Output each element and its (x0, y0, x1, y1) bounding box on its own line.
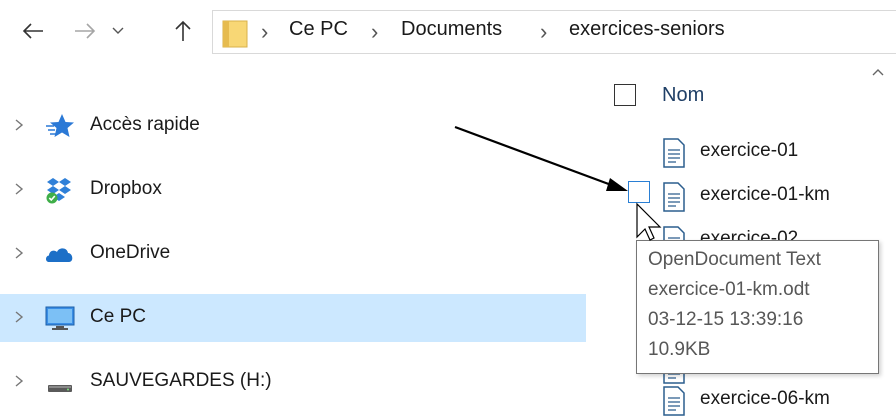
back-arrow-icon (22, 23, 43, 39)
select-all-checkbox[interactable] (614, 84, 636, 106)
tooltip-size: 10.9KB (648, 339, 711, 360)
tooltip-file-type: OpenDocument Text (648, 249, 821, 270)
breadcrumb-separator: › (540, 19, 548, 44)
cloud-icon (46, 248, 73, 262)
sidebar-item-label: Accès rapide (90, 114, 200, 135)
breadcrumb-separator: › (371, 19, 379, 44)
breadcrumb-item-ce-pc[interactable]: Ce PC (289, 18, 348, 41)
sidebar-item-label: Dropbox (90, 178, 162, 199)
up-button[interactable] (168, 16, 198, 46)
up-arrow-icon (175, 20, 191, 41)
drive-icon (48, 385, 72, 392)
row-checkbox[interactable] (628, 181, 650, 203)
sidebar-item-onedrive[interactable]: OneDrive (0, 230, 586, 278)
sidebar-item-label: Ce PC (90, 306, 146, 327)
sort-ascending-icon (872, 69, 884, 76)
tooltip-date: 03-12-15 13:39:16 (648, 309, 804, 330)
sidebar-item-ce-pc[interactable]: Ce PC (0, 294, 586, 342)
file-info-tooltip: OpenDocument Text exercice-01-km.odt 03-… (636, 240, 879, 374)
sidebar-item-sauvegardes[interactable]: SAUVEGARDES (H:) (0, 358, 586, 406)
column-header-nom[interactable]: Nom (662, 84, 704, 107)
list-item[interactable]: exercice-01-km (658, 180, 888, 214)
sidebar-item-acces-rapide[interactable]: Accès rapide (0, 102, 586, 150)
dropbox-icon (46, 178, 71, 204)
address-field[interactable]: › Ce PC › Documents › exercices-seniors (212, 10, 896, 54)
breadcrumb-separator: › (261, 19, 269, 44)
chevron-down-icon (112, 27, 124, 34)
document-icon (663, 138, 685, 168)
chevron-right-icon[interactable] (12, 243, 26, 263)
monitor-icon (45, 306, 75, 330)
forward-arrow-icon (75, 23, 96, 39)
recent-locations-button[interactable] (106, 16, 130, 46)
list-item[interactable]: exercice-01 (658, 136, 888, 170)
forward-button[interactable] (70, 16, 100, 46)
document-icon (663, 182, 685, 212)
breadcrumb-item-exercices-seniors[interactable]: exercices-seniors (569, 18, 725, 41)
chevron-right-icon[interactable] (12, 115, 26, 135)
file-name: exercice-01-km (700, 184, 830, 205)
sidebar-item-label: SAUVEGARDES (H:) (90, 370, 272, 391)
folder-icon (222, 20, 248, 48)
file-name: exercice-06-km (700, 388, 830, 409)
tooltip-file-name: exercice-01-km.odt (648, 279, 810, 300)
list-item[interactable]: exercice-06-km (658, 384, 888, 418)
chevron-right-icon[interactable] (12, 371, 26, 391)
chevron-right-icon[interactable] (12, 179, 26, 199)
document-icon (663, 386, 685, 416)
sidebar-item-label: OneDrive (90, 242, 171, 263)
back-button[interactable] (18, 16, 48, 46)
sidebar-item-dropbox[interactable]: Dropbox (0, 166, 586, 214)
file-name: exercice-01 (700, 140, 799, 161)
chevron-right-icon[interactable] (12, 307, 26, 327)
navigation-pane: Accès rapide Dropbox OneDrive Ce PC SAUV… (0, 66, 588, 401)
star-icon (46, 114, 74, 137)
breadcrumb-item-documents[interactable]: Documents (401, 18, 502, 41)
address-bar: › Ce PC › Documents › exercices-seniors (0, 0, 896, 66)
